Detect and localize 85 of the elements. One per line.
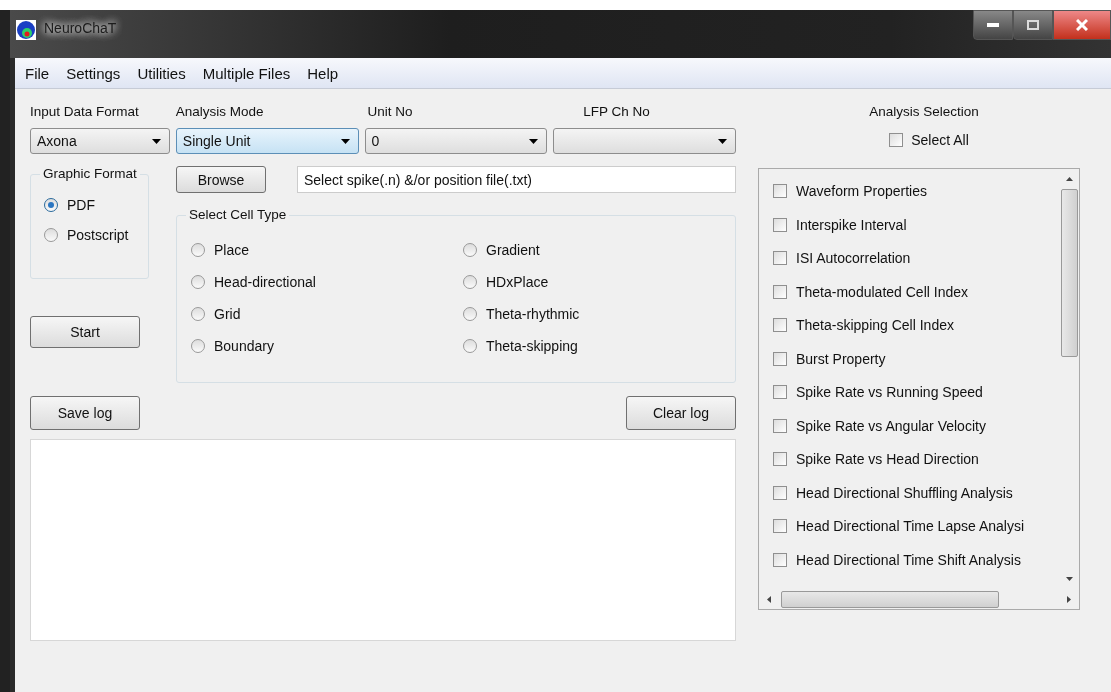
checkbox[interactable] [773,552,787,567]
dropdown[interactable]: 0 [364,128,548,154]
caret-icon [718,138,727,144]
checkbox[interactable] [773,251,787,265]
window-title: NeuroChaT [44,20,117,36]
radio-label: Boundary [214,338,274,354]
checkbox-label: Select All [911,132,969,148]
checkbox[interactable] [773,418,787,433]
checkbox[interactable] [773,452,787,466]
section-title: Analysis Selection [869,104,979,120]
radio-label: Place [214,242,250,258]
radio-label: Theta-rhythmic [486,306,580,322]
caret-icon [340,138,350,144]
radio-button[interactable] [463,307,477,321]
scroll-up-icon [1065,177,1073,181]
dropdown[interactable]: Axona [30,128,170,154]
radio-button[interactable] [44,198,58,212]
close-icon [1076,19,1088,31]
radio-button[interactable] [463,243,477,257]
field-label: Analysis Mode [175,104,265,120]
radio-label: Head-directional [214,274,316,290]
checkbox[interactable] [773,217,787,232]
save-log-button[interactable]: Save log [30,396,140,430]
radio-button[interactable] [44,228,58,242]
scroll-down-icon [1065,577,1073,581]
field-label: LFP Ch No [582,104,651,120]
checkbox[interactable] [773,184,787,198]
checkbox-label: Theta-modulated Cell Index [796,283,968,300]
scroll-left-icon [767,595,771,603]
app-logo-icon [16,20,36,40]
menu-item[interactable]: Multiple Files [201,64,292,82]
checkbox-label: Head Directional Time Lapse Analysi [796,518,1024,534]
checkbox-label: Waveform Properties [796,183,927,199]
checkbox-label: Interspike Interval [796,216,907,233]
checkbox[interactable] [773,351,787,366]
field-label: Unit No [366,104,414,120]
scroll-right-icon [1067,595,1071,603]
checkbox[interactable] [773,519,787,533]
checkbox-label: Burst Property [796,350,886,367]
checkbox-label: Spike Rate vs Angular Velocity [796,417,986,434]
checkbox-label: Spike Rate vs Head Direction [796,451,979,467]
checkbox-label: ISI Autocorrelation [796,250,911,266]
browse-button[interactable]: Browse [176,166,266,193]
group-title: Graphic Format [40,166,140,181]
radio-label: Theta-skipping [486,338,578,354]
radio-button[interactable] [463,275,477,289]
minimize-button[interactable] [973,10,1013,40]
start-button[interactable]: Start [30,316,140,348]
caret-icon [529,138,539,144]
minimize-icon [987,23,999,27]
radio-button[interactable] [191,339,205,353]
group-title: Select Cell Type [186,207,290,222]
scroll-thumb[interactable] [781,590,999,608]
caret-icon [151,138,161,144]
checkbox[interactable] [773,318,787,332]
maximize-button[interactable] [1013,10,1053,40]
checkbox[interactable] [889,133,904,147]
menu-item[interactable]: Settings [65,64,122,82]
checkbox[interactable] [773,385,787,399]
file-path-field[interactable]: Select spike(.n) &/or position file(.txt) [297,166,736,193]
radio-button[interactable] [463,339,477,353]
checkbox-label: Theta-skipping Cell Index [796,317,954,333]
field-label: Input Data Format [30,104,140,120]
maximize-icon [1027,20,1039,30]
checkbox-label: Head Directional Time Shift Analysis [796,551,1021,568]
radio-label: Gradient [486,242,540,258]
dropdown[interactable]: Single Unit [175,128,359,154]
clear-log-button[interactable]: Clear log [626,396,736,430]
radio-button[interactable] [191,275,205,289]
checkbox[interactable] [773,485,787,500]
radio-label: PDF [67,197,95,213]
menu-item[interactable]: Utilities [136,64,187,82]
radio-label: Grid [214,306,241,322]
menu-item[interactable]: File [24,64,51,82]
menu-item[interactable]: Help [306,64,340,82]
radio-button[interactable] [191,307,205,321]
dropdown[interactable] [553,128,736,154]
radio-button[interactable] [191,243,205,257]
scroll-thumb[interactable] [1060,189,1078,357]
checkbox-label: Head Directional Shuffling Analysis [796,484,1013,501]
checkbox-label: Spike Rate vs Running Speed [796,384,983,400]
radio-label: HDxPlace [486,274,549,290]
checkbox[interactable] [773,284,787,299]
radio-label: Postscript [67,227,129,243]
close-button[interactable] [1053,10,1111,40]
